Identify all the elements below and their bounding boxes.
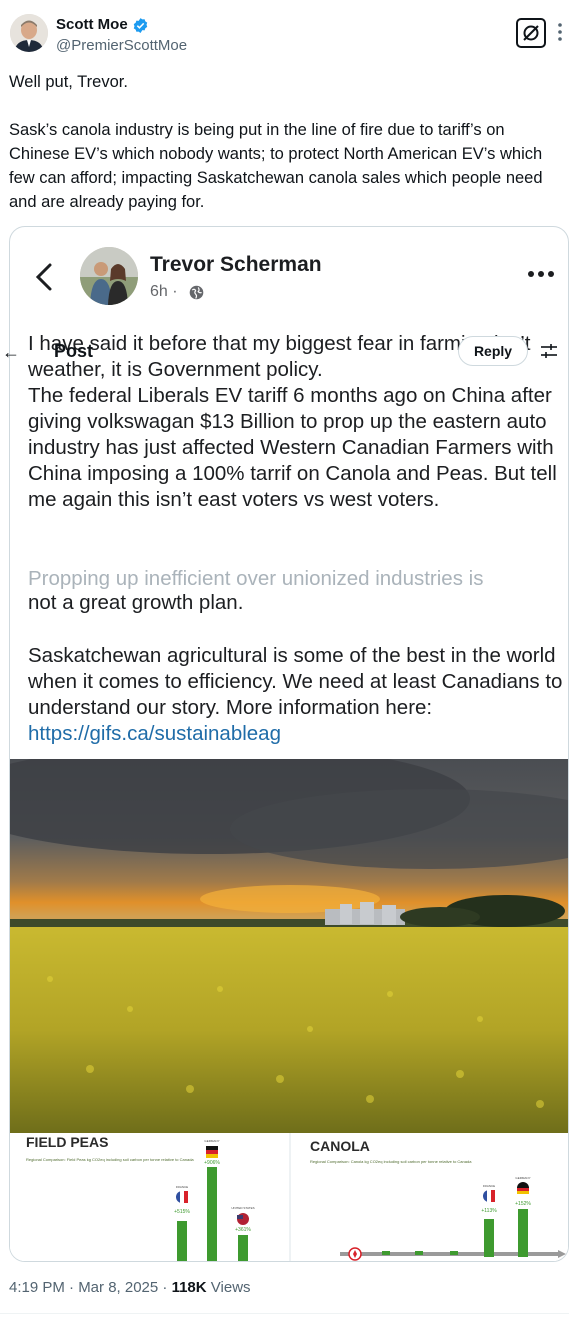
fieldpeas-bar-germany: [207, 1167, 217, 1261]
fieldpeas-bar-france: [177, 1221, 187, 1261]
fieldpeas-value-germany: +906%: [204, 1160, 220, 1166]
fb-paragraph-4-text: Saskatchewan agricultural is some of the…: [28, 644, 563, 719]
back-arrow-icon[interactable]: ←: [2, 342, 20, 363]
back-chevron-icon: [35, 263, 52, 291]
fb-post-time: 6h ·: [150, 283, 178, 300]
tweet-meta: 4:19 PM · Mar 8, 2025 · 118K Views: [9, 1279, 251, 1296]
tweet-text: Well put, Trevor. Sask’s canola industry…: [9, 70, 559, 214]
fb-paragraph-2: The federal Liberals EV tariff 6 months …: [28, 384, 557, 511]
canola-title: CANOLA: [310, 1138, 370, 1154]
globe-icon: [189, 285, 204, 300]
canola-bar-france: [484, 1219, 494, 1257]
fb-partial-line: Propping up inefficient over unionized i…: [28, 567, 484, 590]
fieldpeas-bar-usa: [238, 1235, 248, 1261]
canola-bar-germany: [518, 1209, 528, 1257]
views-label: Views: [206, 1279, 251, 1296]
more-options-icon[interactable]: [553, 20, 567, 44]
tweet-timestamp[interactable]: 4:19 PM · Mar 8, 2025 ·: [9, 1279, 172, 1296]
grok-button[interactable]: [516, 18, 546, 48]
divider: [0, 1313, 569, 1314]
tweet-text-line2: Sask’s canola industry is being put in t…: [9, 121, 543, 211]
canola-label-france: FRANCE: [483, 1184, 495, 1188]
post-title: Post: [54, 341, 94, 361]
grok-icon: [523, 25, 539, 41]
germany-flag-icon: [206, 1146, 218, 1150]
canola-value-germany: +152%: [515, 1201, 531, 1207]
author-handle[interactable]: @PremierScottMoe: [56, 37, 187, 54]
fieldpeas-label-germany: GERMANY: [204, 1139, 219, 1143]
fieldpeas-value-france: +515%: [174, 1209, 190, 1215]
tweet-text-line1: Well put, Trevor.: [9, 73, 128, 91]
embedded-image-card[interactable]: Trevor Scherman 6h · I have said it befo…: [9, 226, 569, 1262]
author-avatar[interactable]: [10, 14, 48, 52]
fb-author-name: Trevor Scherman: [150, 253, 322, 276]
verified-badge-icon: [133, 18, 148, 33]
fieldpeas-label-france: FRANCE: [176, 1185, 188, 1189]
fb-post-header: Trevor Scherman 6h ·: [10, 227, 568, 315]
fb-post-link: https://gifs.ca/sustainableag: [28, 722, 281, 745]
fb-paragraph-4: Saskatchewan agricultural is some of the…: [28, 643, 563, 747]
fb-more-options-icon: [528, 271, 554, 277]
sliders-icon[interactable]: [540, 342, 558, 360]
fb-author-avatar: [80, 247, 138, 305]
reply-button[interactable]: Reply: [458, 336, 528, 366]
canola-value-france: +113%: [481, 1208, 497, 1214]
tweet-header: Scott Moe @PremierScottMoe: [0, 0, 569, 64]
canola-subtitle: Regional Comparison: Canola kg CO2eq inc…: [310, 1159, 472, 1164]
fb-partial-line-2: not a great growth plan.: [28, 591, 244, 614]
views-count: 118K: [171, 1279, 207, 1296]
field-peas-subtitle: Regional Comparison: Field Peas kg CO2eq…: [26, 1157, 194, 1162]
canola-field-photo: [10, 759, 568, 1133]
author-name[interactable]: Scott Moe: [56, 16, 128, 33]
fieldpeas-label-usa: UNITED STATES: [231, 1206, 254, 1210]
canola-label-germany: GERMANY: [515, 1176, 530, 1180]
field-peas-title: FIELD PEAS: [26, 1134, 108, 1150]
emissions-infographic: FIELD PEAS Regional Comparison: Field Pe…: [10, 1133, 568, 1261]
fieldpeas-value-usa: +361%: [235, 1227, 251, 1233]
